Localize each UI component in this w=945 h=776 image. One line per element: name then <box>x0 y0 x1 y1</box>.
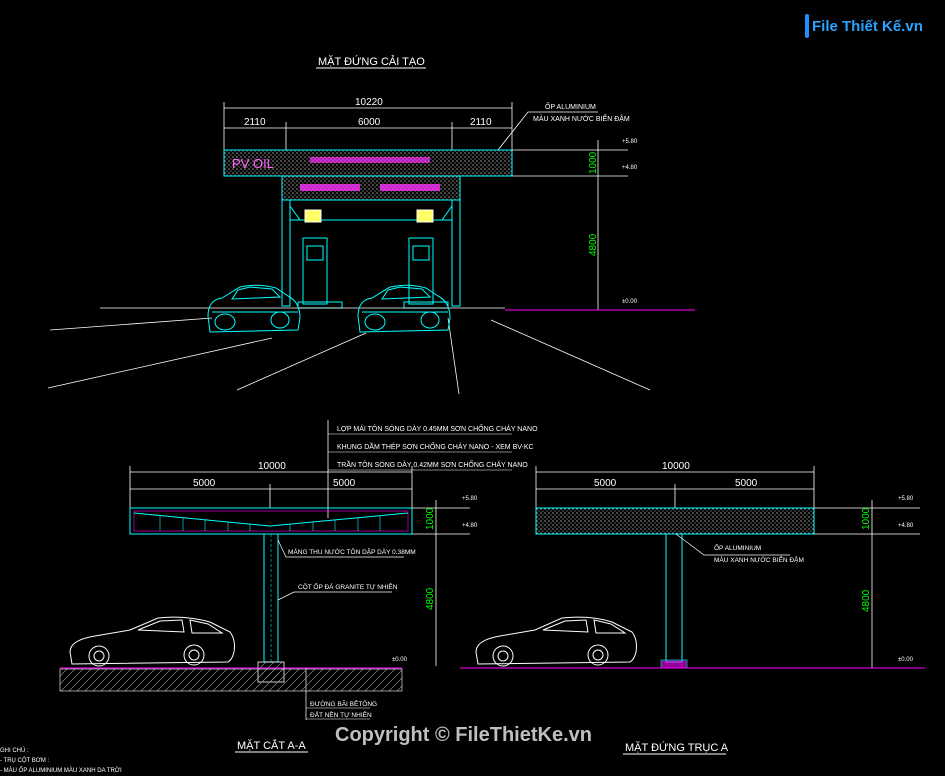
logo-text: File Thiết Kế.vn <box>812 17 923 35</box>
front-dim-column-h: 4800 <box>588 233 599 256</box>
copyright-watermark: Copyright © FileThietKe.vn <box>335 724 592 746</box>
front-dim-total: 10220 <box>355 97 383 108</box>
front-elevation: MẶT ĐỨNG CẢI TẠO 10220 2110 6000 2110 ỐP… <box>47 55 695 395</box>
section-level-ground: ±0.00 <box>392 657 408 663</box>
side-dimensions <box>535 466 815 508</box>
side-dim-canopy-h: 1000 <box>861 507 872 530</box>
front-fascia-strip-l <box>300 184 360 191</box>
section-note-column: CỘT ỐP ĐÁ GRANITE TỰ NHIÊN <box>298 581 398 591</box>
section-level-mid: +4.80 <box>462 523 478 529</box>
section-note-soil: ĐẤT NỀN TỰ NHIÊN <box>310 709 372 719</box>
front-pump-right-sign <box>416 209 434 223</box>
front-dim-right: 2110 <box>470 117 492 128</box>
section-dim-total: 10000 <box>258 461 286 472</box>
front-note-color: MÀU XANH NƯỚC BIỂN ĐẬM <box>533 114 630 123</box>
section-roof-slope <box>133 512 409 527</box>
front-island-left <box>297 301 343 309</box>
section-ground-slab <box>59 668 403 692</box>
section-column <box>263 533 279 663</box>
front-height-dims <box>512 140 628 310</box>
front-level-top: +5.80 <box>622 139 638 145</box>
front-level-mid: +4.80 <box>622 165 638 171</box>
section-note-roof: LỢP MÁI TÔN SÓNG DÀY 0.45MM SƠN CHỐNG CH… <box>337 423 538 433</box>
side-level-mid: +4.80 <box>898 523 914 529</box>
front-dim-mid: 6000 <box>358 117 381 128</box>
side-title: MẶT ĐỨNG TRỤC A <box>625 741 729 754</box>
front-brace-r <box>441 205 453 221</box>
front-perspective-lines <box>47 317 651 395</box>
front-sign-brand: PV OIL <box>232 156 274 171</box>
section-note-gutter: MÁNG THU NƯỚC TÔN DẬP DÀY 0.38MM <box>288 547 416 556</box>
legend-line-3: - MÀU ỐP ALUMINIUM MÀU XANH DA TRỜI <box>0 767 122 774</box>
legend-line-1: GHI CHÚ : <box>0 747 29 754</box>
section-dim-column-h: 4800 <box>425 587 436 610</box>
section-title: MẶT CẮT A-A <box>237 739 306 752</box>
side-dim-total: 10000 <box>662 461 690 472</box>
watermark-logo: File Thiết Kế.vn <box>805 12 923 40</box>
side-level-top: +5.80 <box>898 496 914 502</box>
side-level-ground: ±0.00 <box>898 657 914 663</box>
side-dim-right: 5000 <box>735 478 758 489</box>
front-island-right <box>403 301 449 309</box>
front-car-right <box>357 284 451 333</box>
legend-line-2: - TRỤ CỘT BƠM : <box>0 757 50 764</box>
section-dim-canopy-h: 1000 <box>425 507 436 530</box>
front-column-left <box>281 199 291 307</box>
section-dimensions <box>129 466 413 508</box>
section-note-concrete: ĐƯỜNG BÃI BÊTÔNG <box>310 699 377 708</box>
side-column-base <box>660 659 688 669</box>
front-pump-right-screen <box>412 245 430 261</box>
section-dim-right: 5000 <box>333 478 356 489</box>
side-canopy-band <box>535 507 815 535</box>
side-note-color: MÀU XANH NƯỚC BIỂN ĐẬM <box>714 555 804 564</box>
front-note-cladding: ỐP ALUMINIUM <box>545 101 596 111</box>
section-note-ceiling: TRẦN TÔN SÓNG DÀY 0.42MM SƠN CHỐNG CHÁY … <box>337 459 528 469</box>
front-pump-left-sign <box>304 209 322 223</box>
section-car <box>69 616 235 667</box>
section-canopy-outline <box>129 507 413 535</box>
side-dim-left: 5000 <box>594 478 617 489</box>
front-car-left <box>207 284 301 333</box>
front-dim-canopy-h: 1000 <box>588 151 599 174</box>
side-note-cladding: ỐP ALUMINIUM <box>714 542 761 552</box>
cad-drawing: MẶT ĐỨNG CẢI TẠO 10220 2110 6000 2110 ỐP… <box>0 55 925 774</box>
front-pump-left-screen <box>306 245 324 261</box>
side-elevation: 10000 5000 5000 ỐP ALUMINIUM MÀU XANH NƯ… <box>460 461 925 755</box>
section-level-top: +5.80 <box>462 496 478 502</box>
front-dim-left: 2110 <box>244 117 266 128</box>
front-level-ground: ±0.00 <box>622 299 638 305</box>
front-column-right <box>451 199 461 307</box>
section-canopy-lining <box>133 510 409 532</box>
section-leader-column <box>277 591 392 601</box>
front-sign-strip <box>310 157 430 163</box>
section-aa: LỢP MÁI TÔN SÓNG DÀY 0.45MM SƠN CHỐNG CH… <box>59 420 538 753</box>
side-column <box>665 533 683 663</box>
side-car <box>475 616 637 667</box>
front-fascia-strip-r <box>380 184 440 191</box>
front-brace-l <box>289 205 301 221</box>
side-dim-column-h: 4800 <box>861 589 872 612</box>
section-note-frame: KHUNG DẦM THÉP SƠN CHỐNG CHÁY NANO - XEM… <box>337 441 534 451</box>
section-dim-left: 5000 <box>193 478 216 489</box>
front-title: MẶT ĐỨNG CẢI TẠO <box>318 55 425 68</box>
legend: GHI CHÚ : - TRỤ CỘT BƠM : - MÀU ỐP ALUMI… <box>0 747 122 774</box>
file-icon <box>805 14 809 38</box>
